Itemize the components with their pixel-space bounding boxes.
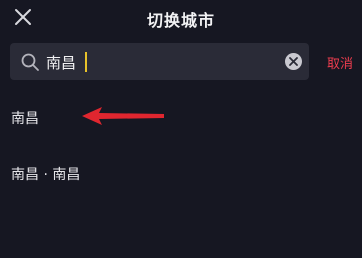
header: 切换城市 bbox=[0, 0, 362, 36]
search-box[interactable] bbox=[10, 43, 309, 80]
page-title: 切换城市 bbox=[146, 11, 215, 30]
text-caret bbox=[85, 52, 87, 72]
search-input[interactable] bbox=[46, 50, 276, 74]
search-icon bbox=[21, 53, 39, 71]
clear-icon bbox=[289, 57, 298, 66]
cancel-button[interactable]: 取消 bbox=[327, 53, 353, 72]
clear-button[interactable] bbox=[285, 53, 302, 70]
list-item[interactable]: 南昌 bbox=[11, 108, 39, 128]
red-arrow-icon bbox=[82, 107, 164, 125]
list-item[interactable]: 南昌 · 南昌 bbox=[11, 164, 80, 184]
